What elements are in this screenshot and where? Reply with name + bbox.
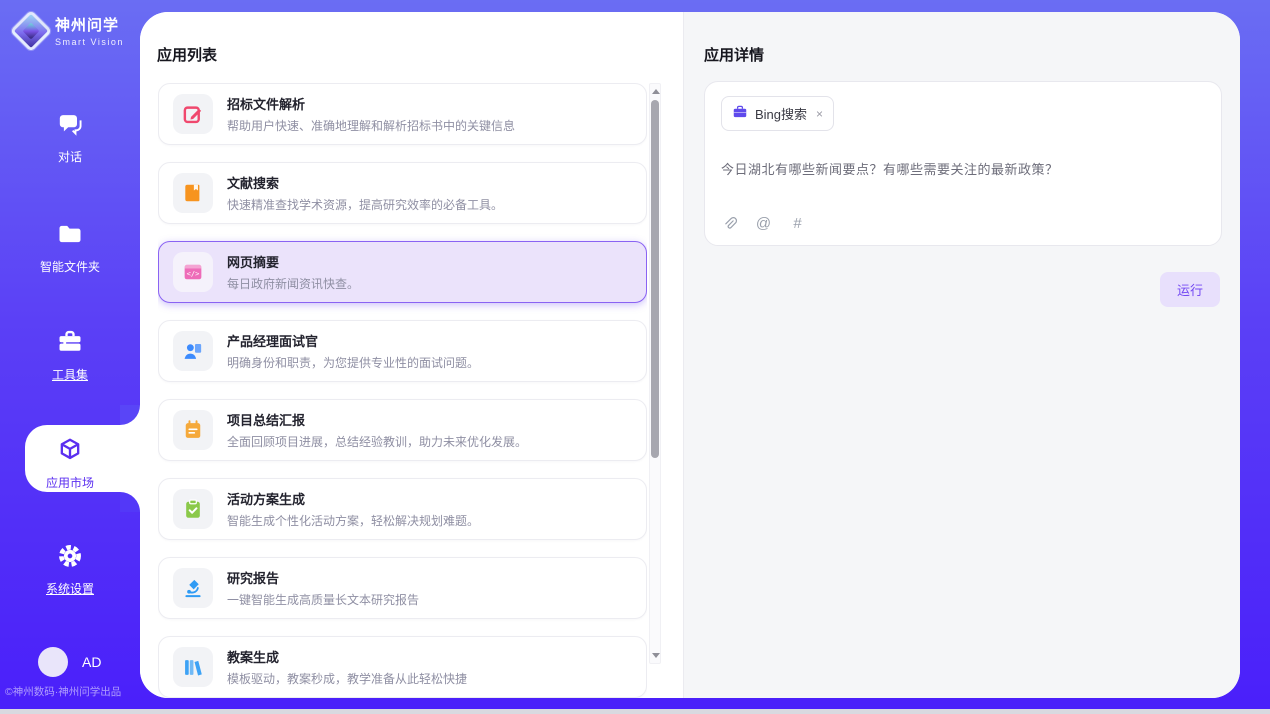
user-initials: AD [82, 654, 101, 670]
active-nav-fillet-bottom [120, 492, 140, 512]
app-icon-tile [173, 489, 213, 529]
app-card-text: 教案生成模板驱动，教案秒成，教学准备从此轻松快捷 [227, 647, 467, 687]
app-card-text: 产品经理面试官明确身份和职责，为您提供专业性的面试问题。 [227, 331, 479, 371]
app-description: 模板驱动，教案秒成，教学准备从此轻松快捷 [227, 670, 467, 687]
tag-close-icon[interactable]: × [816, 107, 823, 121]
chat-icon [56, 110, 84, 138]
app-card[interactable]: 活动方案生成智能生成个性化活动方案，轻松解决规划难题。 [158, 478, 647, 540]
sidebar-item-label: 系统设置 [0, 580, 140, 597]
run-button[interactable]: 运行 [1160, 272, 1220, 307]
app-name: 产品经理面试官 [227, 331, 479, 350]
logo-title: 神州问学 [55, 14, 124, 35]
interviewer-icon [182, 340, 204, 362]
sidebar-item-folder[interactable]: 智能文件夹 [0, 220, 140, 275]
app-name: 活动方案生成 [227, 489, 479, 508]
app-card-text: 文献搜索快速精准查找学术资源，提高研究效率的必备工具。 [227, 173, 503, 213]
paperclip-icon[interactable] [721, 215, 738, 232]
app-card[interactable]: 产品经理面试官明确身份和职责，为您提供专业性的面试问题。 [158, 320, 647, 382]
sidebar-item-cube[interactable]: 应用市场 [0, 436, 140, 491]
app-card[interactable]: 文献搜索快速精准查找学术资源，提高研究效率的必备工具。 [158, 162, 647, 224]
sidebar-item-toolbox[interactable]: 工具集 [0, 328, 140, 383]
books-icon [182, 656, 204, 678]
sidebar-item-chat[interactable]: 对话 [0, 110, 140, 165]
app-icon-tile [173, 568, 213, 608]
app-description: 智能生成个性化活动方案，轻松解决规划难题。 [227, 512, 479, 529]
sidebar-item-gear[interactable]: 系统设置 [0, 542, 140, 597]
webpage-code-icon: </> [182, 261, 204, 283]
app-name: 项目总结汇报 [227, 410, 527, 429]
app-card[interactable]: </> 网页摘要每日政府新闻资讯快查。 [158, 241, 647, 303]
svg-text:</>: </> [187, 269, 200, 278]
sidebar-item-label: 工具集 [0, 366, 140, 383]
app-icon-tile [173, 331, 213, 371]
app-card-text: 研究报告一键智能生成高质量长文本研究报告 [227, 568, 419, 608]
app-name: 研究报告 [227, 568, 419, 587]
app-description: 一键智能生成高质量长文本研究报告 [227, 591, 419, 608]
folder-icon [56, 220, 84, 248]
edit-document-icon [182, 103, 204, 125]
logo-diamond-icon [10, 9, 52, 51]
app-icon-tile: </> [173, 252, 213, 292]
app-description: 快速精准查找学术资源，提高研究效率的必备工具。 [227, 196, 503, 213]
app-card-text: 项目总结汇报全面回顾项目进展，总结经验教训，助力未来优化发展。 [227, 410, 527, 450]
app-detail-title: 应用详情 [704, 44, 764, 65]
app-name: 网页摘要 [227, 252, 359, 271]
tool-tag-bing-search[interactable]: Bing搜索 × [721, 96, 834, 131]
main-content: 应用列表 招标文件解析帮助用户快速、准确地理解和解析招标书中的关键信息文献搜索快… [140, 12, 1240, 698]
gear-icon [56, 542, 84, 570]
toolbox-icon [56, 328, 84, 356]
query-text[interactable]: 今日湖北有哪些新闻要点？有哪些需要关注的最新政策？ [721, 159, 1205, 178]
app-card[interactable]: 教案生成模板驱动，教案秒成，教学准备从此轻松快捷 [158, 636, 647, 698]
avatar[interactable] [38, 647, 68, 677]
app-icon-tile [173, 410, 213, 450]
app-card-text: 活动方案生成智能生成个性化活动方案，轻松解决规划难题。 [227, 489, 479, 529]
clipboard-check-icon [182, 498, 204, 520]
app-description: 明确身份和职责，为您提供专业性的面试问题。 [227, 354, 479, 371]
briefcase-icon [732, 104, 748, 123]
hash-icon[interactable]: # [789, 215, 806, 232]
cube-icon [56, 436, 84, 464]
app-icon-tile [173, 647, 213, 687]
sidebar-item-label: 智能文件夹 [0, 258, 140, 275]
window-bottom-edge [0, 709, 1270, 714]
app-list: 招标文件解析帮助用户快速、准确地理解和解析招标书中的关键信息文献搜索快速精准查找… [158, 83, 647, 698]
prompt-card: Bing搜索 × 今日湖北有哪些新闻要点？有哪些需要关注的最新政策？ @# [704, 81, 1222, 246]
app-description: 每日政府新闻资讯快查。 [227, 275, 359, 292]
app-list-panel: 应用列表 招标文件解析帮助用户快速、准确地理解和解析招标书中的关键信息文献搜索快… [140, 12, 683, 698]
scrollbar-thumb[interactable] [651, 100, 659, 458]
app-card-text: 网页摘要每日政府新闻资讯快查。 [227, 252, 359, 292]
app-logo: 神州问学 Smart Vision [0, 0, 140, 47]
app-name: 文献搜索 [227, 173, 503, 192]
user-account[interactable]: AD [38, 647, 101, 677]
app-detail-panel: 应用详情 Bing搜索 × 今日湖北有哪些新闻要点？有哪些需要关注的最新政策？ … [683, 12, 1240, 698]
report-note-icon [182, 419, 204, 441]
app-icon-tile [173, 94, 213, 134]
active-nav-fillet-top [120, 405, 140, 425]
at-icon[interactable]: @ [755, 215, 772, 232]
tool-tag-label: Bing搜索 [755, 104, 807, 123]
logo-subtitle: Smart Vision [55, 37, 124, 47]
sidebar-item-label: 应用市场 [0, 474, 140, 491]
app-card[interactable]: 招标文件解析帮助用户快速、准确地理解和解析招标书中的关键信息 [158, 83, 647, 145]
scroll-down-icon[interactable] [652, 653, 660, 658]
app-description: 全面回顾项目进展，总结经验教训，助力未来优化发展。 [227, 433, 527, 450]
scrollbar[interactable] [649, 83, 661, 664]
scroll-up-icon[interactable] [652, 89, 660, 94]
logo-text: 神州问学 Smart Vision [55, 14, 124, 47]
book-icon [182, 182, 204, 204]
attachment-toolbar: @# [721, 215, 806, 232]
app-name: 教案生成 [227, 647, 467, 666]
app-card-text: 招标文件解析帮助用户快速、准确地理解和解析招标书中的关键信息 [227, 94, 515, 134]
app-description: 帮助用户快速、准确地理解和解析招标书中的关键信息 [227, 117, 515, 134]
sidebar: 神州问学 Smart Vision 对话智能文件夹工具集应用市场系统设置 AD … [0, 0, 140, 709]
app-name: 招标文件解析 [227, 94, 515, 113]
app-card[interactable]: 项目总结汇报全面回顾项目进展，总结经验教训，助力未来优化发展。 [158, 399, 647, 461]
app-card[interactable]: 研究报告一键智能生成高质量长文本研究报告 [158, 557, 647, 619]
app-list-title: 应用列表 [157, 44, 217, 65]
sidebar-item-label: 对话 [0, 148, 140, 165]
microscope-icon [182, 577, 204, 599]
copyright-footer: ©神州数码·神州问学出品 [5, 684, 140, 699]
app-icon-tile [173, 173, 213, 213]
